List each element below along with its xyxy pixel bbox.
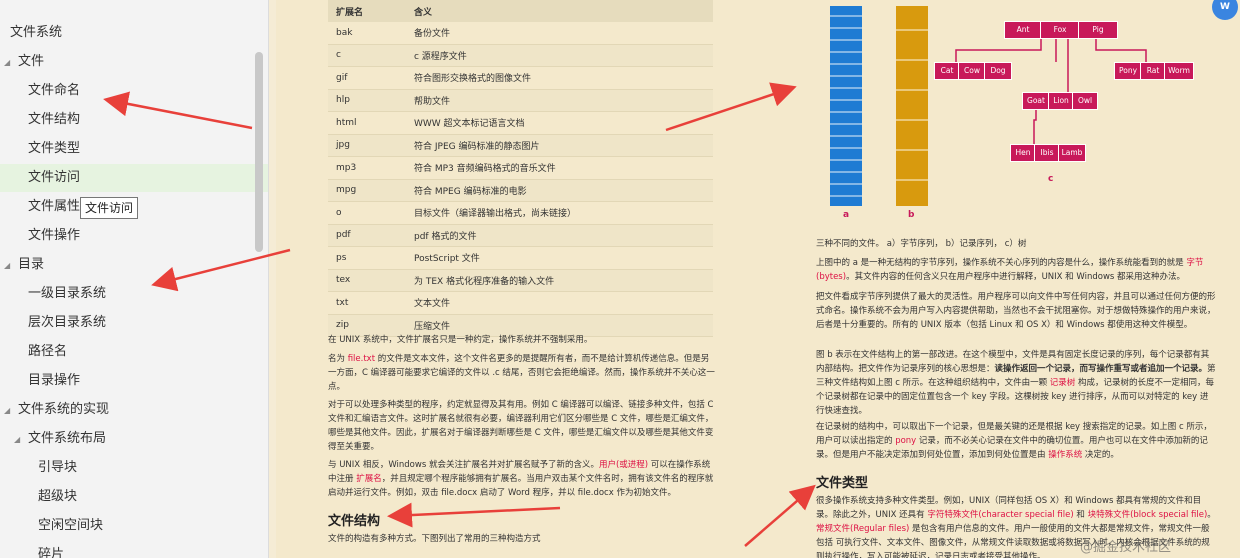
annotation-arrow [151,248,291,292]
annotation-arrow [103,91,253,130]
annotation-arrow [665,82,797,132]
annotation-arrow [744,484,816,547]
watermark: @掘金技术社区 [1080,540,1172,555]
annotation-arrows [103,82,816,547]
annotation-arrow [387,502,561,528]
